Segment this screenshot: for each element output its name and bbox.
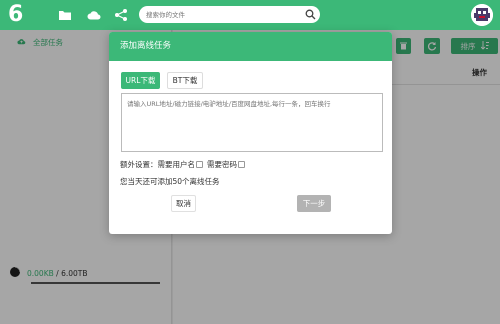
need-username-checkbox[interactable] — [196, 161, 203, 168]
need-username-label: 需要用户名 — [157, 160, 196, 169]
need-password-label: 需要密码 — [207, 160, 237, 169]
quota-text: 您当天还可添加50个离线任务 — [120, 177, 220, 186]
avatar[interactable] — [471, 4, 493, 26]
tab-bt-download[interactable]: BT下载 — [167, 72, 203, 89]
top-bar: 6 — [0, 0, 500, 30]
extra-settings-label: 额外设置： — [120, 160, 158, 169]
share-icon[interactable] — [113, 7, 129, 23]
dialog-title: 添加离线任务 — [109, 32, 392, 61]
cancel-button[interactable]: 取消 — [171, 195, 196, 212]
add-offline-task-dialog: 添加离线任务 URL下载 BT下载 额外设置： 需要用户名 需要密码 您当天还可… — [109, 32, 392, 234]
search-icon[interactable] — [305, 9, 316, 20]
cloud-icon[interactable] — [86, 7, 102, 23]
folder-icon[interactable] — [57, 7, 73, 23]
search-box — [139, 6, 320, 23]
app-logo[interactable]: 6 — [8, 3, 30, 27]
search-input[interactable] — [146, 9, 296, 20]
need-password-checkbox[interactable] — [238, 161, 245, 168]
tab-url-download[interactable]: URL下载 — [121, 72, 160, 89]
next-button[interactable]: 下一步 — [297, 195, 331, 212]
url-input[interactable] — [121, 93, 383, 152]
extra-settings: 额外设置： 需要用户名 需要密码 — [120, 159, 249, 170]
